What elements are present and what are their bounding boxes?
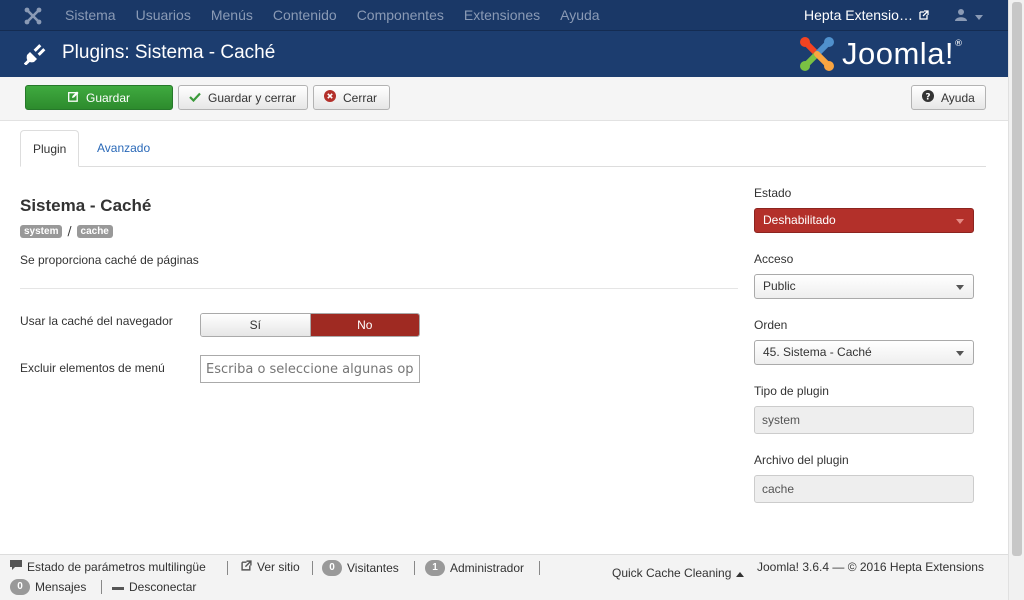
menu-menus[interactable]: Menús — [201, 0, 263, 31]
tab-avanzado[interactable]: Avanzado — [85, 130, 162, 167]
page-title: Plugins: Sistema - Caché — [62, 42, 276, 63]
divider — [20, 288, 738, 289]
caret-up-icon — [736, 566, 745, 580]
browser-cache-yes[interactable]: Sí — [201, 314, 311, 336]
messages-count: 0 Mensajes — [10, 579, 86, 595]
tag-group: system — [20, 224, 63, 238]
logout-link[interactable]: Desconectar — [112, 580, 196, 594]
top-navbar: Sistema Usuarios Menús Contenido Compone… — [0, 0, 1008, 31]
plugin-tags: system / cache — [20, 224, 113, 238]
quick-cache-label: Quick Cache Cleaning — [612, 566, 732, 580]
plugin-title: Sistema - Caché — [20, 196, 152, 215]
messages-label: Mensajes — [35, 580, 87, 594]
help-label: Ayuda — [941, 90, 975, 105]
save-button[interactable]: Guardar — [25, 85, 173, 110]
visitors-label: Visitantes — [347, 561, 399, 575]
menu-sistema[interactable]: Sistema — [55, 0, 126, 31]
chevron-down-icon — [975, 9, 983, 23]
tag-element: cache — [76, 224, 113, 238]
site-link[interactable]: Hepta Extensio… — [804, 0, 929, 30]
edit-icon — [68, 91, 79, 105]
save-label: Guardar — [86, 90, 131, 105]
check-icon — [189, 91, 201, 105]
estado-label: Estado — [754, 186, 792, 200]
messages-badge: 0 — [10, 579, 30, 595]
admin-count: 1 Administrador — [425, 560, 524, 576]
joomla-logo: Joomla! ® — [798, 35, 963, 73]
page-scrollbar[interactable] — [1008, 0, 1024, 600]
main-menu: Sistema Usuarios Menús Contenido Compone… — [55, 0, 610, 31]
save-close-label: Guardar y cerrar — [208, 90, 297, 105]
footer-separator — [539, 561, 540, 575]
close-label: Cerrar — [343, 90, 378, 105]
tag-separator: / — [67, 224, 72, 238]
view-site-label: Ver sitio — [257, 560, 300, 574]
admin-label: Administrador — [450, 561, 525, 575]
tab-bar: Plugin Avanzado — [20, 130, 986, 167]
acceso-select[interactable]: Public — [754, 274, 974, 299]
registered-mark: ® — [954, 39, 964, 49]
scrollbar-thumb[interactable] — [1012, 2, 1022, 556]
toolbar: Guardar Guardar y cerrar Cerrar ? Ayuda — [0, 77, 1008, 121]
minus-icon — [112, 580, 124, 594]
close-button[interactable]: Cerrar — [313, 85, 390, 110]
page-header: Plugins: Sistema - Caché Joomla! ® — [0, 31, 1008, 77]
orden-select[interactable]: 45. Sistema - Caché — [754, 340, 974, 365]
joomla-logo-icon — [800, 37, 834, 71]
chevron-down-icon — [956, 285, 964, 290]
estado-select[interactable]: Deshabilitado — [754, 208, 974, 233]
help-icon: ? — [922, 90, 934, 105]
menu-componentes[interactable]: Componentes — [347, 0, 454, 31]
user-icon — [955, 8, 967, 24]
tipo-label: Tipo de plugin — [754, 384, 829, 398]
estado-value: Deshabilitado — [763, 213, 836, 227]
browser-cache-no[interactable]: No — [310, 314, 419, 336]
site-name: Hepta Extensio… — [804, 7, 913, 23]
chevron-down-icon — [956, 219, 964, 224]
status-bar: Estado de parámetros multilingüe Ver sit… — [0, 554, 1008, 600]
help-button[interactable]: ? Ayuda — [911, 85, 986, 110]
joomla-wordmark: Joomla! — [842, 36, 955, 71]
multilang-status[interactable]: Estado de parámetros multilingüe — [10, 560, 206, 574]
visitors-badge: 0 — [322, 560, 342, 576]
logout-label: Desconectar — [129, 580, 197, 594]
browser-cache-toggle: Sí No — [200, 313, 420, 337]
external-link-icon — [919, 0, 929, 30]
browser-cache-label: Usar la caché del navegador — [20, 314, 173, 328]
svg-text:?: ? — [925, 93, 930, 103]
orden-label: Orden — [754, 318, 788, 332]
exclude-menu-label: Excluir elementos de menú — [20, 361, 165, 375]
exclude-menu-input[interactable] — [200, 355, 420, 383]
view-site-link[interactable]: Ver sitio — [241, 560, 300, 574]
plugin-description: Se proporciona caché de páginas — [20, 253, 199, 267]
menu-usuarios[interactable]: Usuarios — [126, 0, 201, 31]
footer-separator — [312, 561, 313, 575]
version-info: Joomla! 3.6.4 — © 2016 Hepta Extensions — [757, 560, 984, 574]
footer-separator — [414, 561, 415, 575]
external-link-icon — [241, 560, 252, 574]
footer-separator — [101, 580, 102, 594]
plug-icon — [23, 43, 46, 68]
archivo-label: Archivo del plugin — [754, 453, 849, 467]
save-close-button[interactable]: Guardar y cerrar — [178, 85, 308, 110]
multilang-label: Estado de parámetros multilingüe — [27, 560, 206, 574]
visitors-count: 0 Visitantes — [322, 560, 399, 576]
tipo-field: system — [754, 406, 974, 434]
orden-value: 45. Sistema - Caché — [763, 345, 872, 359]
menu-ayuda[interactable]: Ayuda — [550, 0, 609, 31]
user-menu[interactable] — [955, 8, 983, 24]
admin-badge: 1 — [425, 560, 445, 576]
chevron-down-icon — [956, 351, 964, 356]
tab-plugin[interactable]: Plugin — [20, 130, 80, 167]
menu-contenido[interactable]: Contenido — [263, 0, 347, 31]
quick-cache-button[interactable]: Quick Cache Cleaning — [612, 566, 745, 580]
acceso-value: Public — [763, 279, 796, 293]
menu-extensiones[interactable]: Extensiones — [454, 0, 550, 31]
cancel-icon — [324, 90, 336, 105]
joomla-icon[interactable] — [23, 6, 43, 26]
comment-icon — [10, 560, 22, 574]
footer-separator — [227, 561, 228, 575]
acceso-label: Acceso — [754, 252, 794, 266]
archivo-field: cache — [754, 475, 974, 503]
